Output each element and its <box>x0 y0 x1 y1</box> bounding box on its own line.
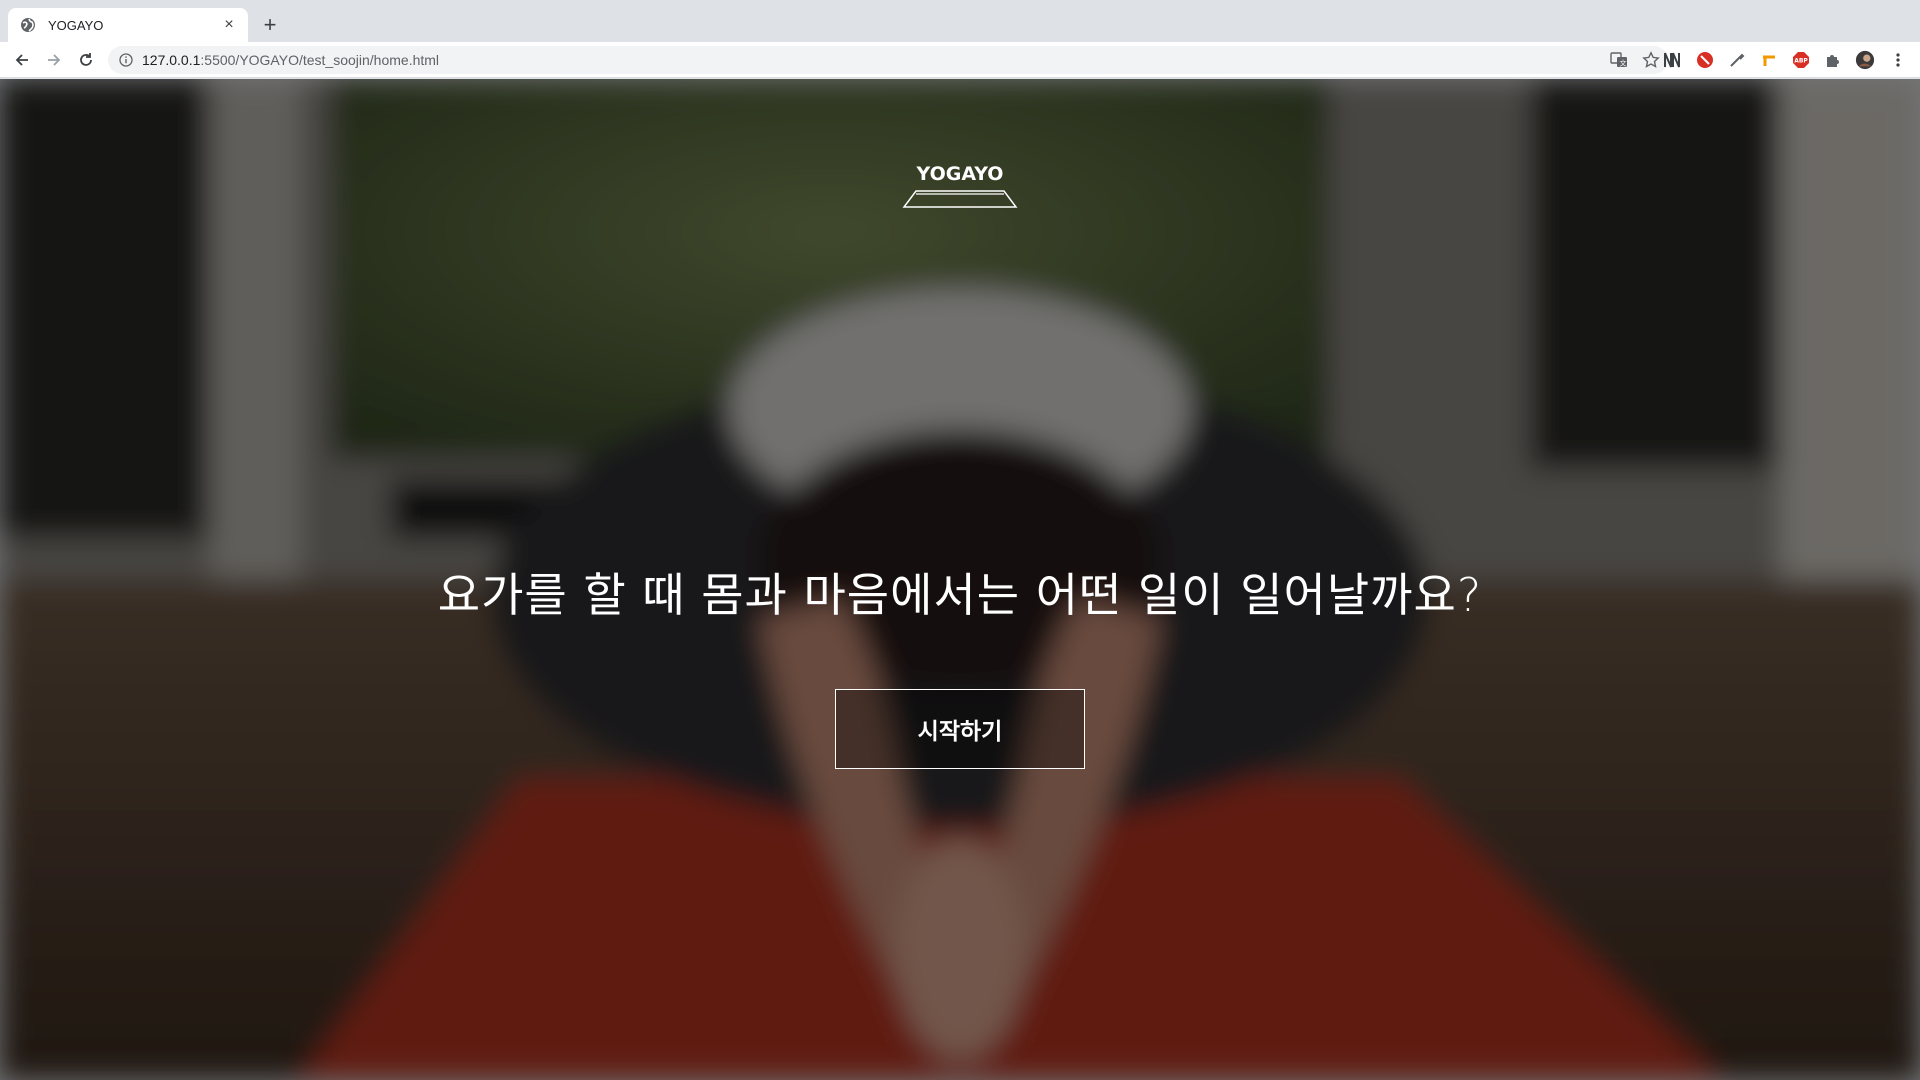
svg-text:文: 文 <box>1620 59 1627 68</box>
close-icon[interactable]: × <box>220 16 238 34</box>
extension-n-icon[interactable] <box>1662 50 1682 70</box>
address-bar[interactable]: 127.0.0.1:5500/YOGAYO/test_soojin/home.h… <box>108 46 1668 74</box>
logo-text: YOGAYO <box>916 163 1004 185</box>
reload-icon[interactable] <box>74 48 98 72</box>
star-icon[interactable] <box>1642 51 1660 74</box>
new-tab-button[interactable]: + <box>258 12 282 37</box>
svg-text:ABP: ABP <box>1794 58 1808 65</box>
adblock-icon[interactable]: ABP <box>1791 50 1811 70</box>
hero-section: YOGAYO 요가를 할 때 몸과 마음에서는 어떤 일이 일어날까요? 시작하… <box>0 79 1920 1080</box>
tab-title: YOGAYO <box>48 17 104 33</box>
info-icon[interactable] <box>118 52 134 68</box>
globe-icon <box>20 17 36 33</box>
tab-strip: YOGAYO × + <box>0 0 1920 42</box>
puzzle-icon[interactable] <box>1823 50 1843 70</box>
site-logo[interactable]: YOGAYO <box>900 163 1020 209</box>
kebab-menu-icon[interactable] <box>1888 50 1908 70</box>
back-arrow-icon[interactable] <box>10 48 34 72</box>
forward-arrow-icon[interactable] <box>42 48 66 72</box>
browser-toolbar: 127.0.0.1:5500/YOGAYO/test_soojin/home.h… <box>0 42 1920 78</box>
tab-active[interactable]: YOGAYO × <box>8 8 248 42</box>
translate-icon[interactable]: 文 <box>1610 51 1628 74</box>
start-button[interactable]: 시작하기 <box>835 689 1085 769</box>
avatar[interactable] <box>1855 50 1875 70</box>
url-path: :5500/YOGAYO/test_soojin/home.html <box>200 52 440 68</box>
extension-red-icon[interactable] <box>1695 50 1715 70</box>
hero-headline: 요가를 할 때 몸과 마음에서는 어떤 일이 일어날까요? <box>437 568 1483 622</box>
yoga-mat-logo-icon <box>902 190 1018 208</box>
extension-orange-icon[interactable] <box>1759 50 1779 70</box>
eyedropper-icon[interactable] <box>1727 50 1747 70</box>
url-text: 127.0.0.1:5500/YOGAYO/test_soojin/home.h… <box>142 52 439 68</box>
url-host: 127.0.0.1 <box>142 52 201 68</box>
